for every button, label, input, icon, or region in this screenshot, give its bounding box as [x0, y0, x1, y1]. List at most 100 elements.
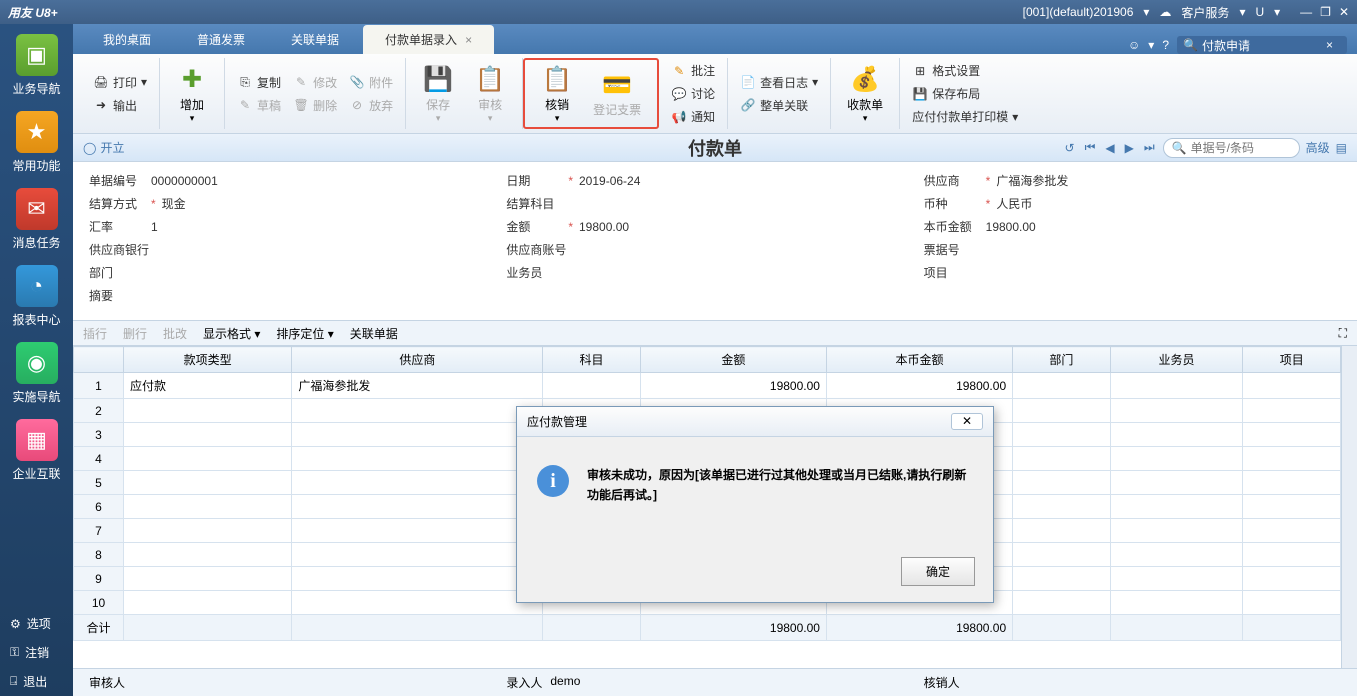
register-button[interactable]: 💳登记支票: [583, 60, 651, 128]
customer-service[interactable]: 客户服务: [1181, 4, 1229, 21]
col-header[interactable]: 款项类型: [124, 347, 292, 373]
lbl-summary: 摘要: [89, 287, 145, 304]
last-icon[interactable]: ⏭: [1142, 138, 1157, 157]
val-rate: 1: [151, 220, 158, 234]
first-icon[interactable]: ⏮: [1083, 138, 1098, 157]
help-icon[interactable]: ?: [1162, 38, 1169, 52]
output-button[interactable]: ➜输出: [87, 94, 153, 117]
viewlog-button[interactable]: 📄查看日志 ▾: [734, 71, 824, 94]
copy-button[interactable]: ⎘复制: [231, 71, 287, 94]
assoc-doc[interactable]: 关联单据: [350, 325, 398, 342]
doc-search-input[interactable]: [1191, 141, 1291, 155]
discuss-button[interactable]: 💬讨论: [665, 82, 721, 105]
add-icon: ✚: [176, 64, 208, 96]
save-button[interactable]: 💾保存▾: [412, 60, 464, 128]
col-header[interactable]: 项目: [1243, 347, 1341, 373]
verify-button[interactable]: 📋核销▾: [531, 60, 583, 128]
sidebar-item-messages[interactable]: ✉ 消息任务: [7, 188, 67, 251]
sidebar-item-common[interactable]: ★ 常用功能: [7, 111, 67, 174]
sort-locate[interactable]: 排序定位 ▾: [276, 325, 333, 342]
print-button[interactable]: 🖨打印 ▾: [87, 71, 153, 94]
receipt-button[interactable]: 💰收款单▾: [837, 60, 893, 128]
notice-button[interactable]: 📢通知: [665, 105, 721, 128]
close-icon[interactable]: ✕: [1339, 5, 1349, 19]
clear-icon[interactable]: ×: [1326, 38, 1333, 52]
next-icon[interactable]: ▶: [1123, 139, 1136, 157]
context-dropdown-icon[interactable]: ▾: [1143, 5, 1149, 19]
sidebar-item-impl[interactable]: ◉ 实施导航: [7, 342, 67, 405]
top-search[interactable]: 🔍 ×: [1177, 36, 1347, 54]
note-button[interactable]: ✎批注: [665, 59, 721, 82]
receipt-icon: 💰: [849, 64, 881, 96]
sidebar-options[interactable]: ⚙选项: [0, 609, 73, 638]
prev-icon[interactable]: ◀: [1103, 139, 1116, 157]
col-header[interactable]: 金额: [640, 347, 826, 373]
assoc-button[interactable]: 🔗整单关联: [734, 94, 824, 117]
app-name: 用友 U8+: [8, 4, 58, 21]
display-format[interactable]: 显示格式 ▾: [203, 325, 260, 342]
panel-icon[interactable]: ▤: [1336, 141, 1347, 155]
note-icon: ✎: [671, 63, 687, 79]
col-header[interactable]: 供应商: [292, 347, 543, 373]
expand-icon[interactable]: ⛶: [1339, 326, 1347, 341]
horn-icon: 📢: [671, 109, 687, 125]
col-header[interactable]: 业务员: [1110, 347, 1243, 373]
draft-button[interactable]: ✎草稿: [231, 94, 287, 117]
copy-icon: ⎘: [237, 74, 253, 90]
search-icon: 🔍: [1172, 141, 1187, 155]
lbl-date: 日期: [506, 172, 562, 189]
format-button[interactable]: ⊞格式设置: [906, 59, 1024, 82]
col-header[interactable]: 本币金额: [826, 347, 1012, 373]
delete-button[interactable]: 🗑删除: [287, 94, 343, 117]
tab-desktop[interactable]: 我的桌面: [81, 25, 173, 54]
top-search-input[interactable]: [1202, 38, 1322, 52]
cheque-icon: 💳: [601, 69, 633, 101]
verify-label: 核销人: [924, 674, 960, 691]
gear-icon: ⚙: [10, 617, 21, 631]
chat-icon: 💬: [671, 86, 687, 102]
tab-assoc[interactable]: 关联单据: [269, 25, 361, 54]
advanced-link[interactable]: 高级: [1306, 139, 1330, 156]
insert-row[interactable]: 插行: [83, 325, 107, 342]
col-header[interactable]: 部门: [1013, 347, 1110, 373]
table-row[interactable]: 1 应付款广福海参批发 19800.0019800.00: [74, 373, 1341, 399]
col-header[interactable]: 科目: [543, 347, 640, 373]
smiley-icon[interactable]: ☺: [1128, 38, 1140, 52]
scrollbar[interactable]: [1341, 346, 1357, 668]
dialog-ok-button[interactable]: 确定: [901, 557, 975, 586]
print-icon: 🖨: [93, 74, 109, 90]
tab-close-icon[interactable]: ×: [465, 33, 472, 47]
val-settle: 现金: [162, 195, 186, 212]
maximize-icon[interactable]: ❐: [1320, 5, 1331, 19]
abandon-button[interactable]: ⊘放弃: [343, 94, 399, 117]
printtmpl-button[interactable]: 应付付款单打印模 ▾: [906, 105, 1024, 128]
lbl-localamt: 本币金额: [924, 218, 980, 235]
delete-row[interactable]: 删行: [123, 325, 147, 342]
lbl-billno: 单据编号: [89, 172, 145, 189]
sidebar-logout[interactable]: ⚿注销: [0, 638, 73, 667]
letter-u[interactable]: U: [1255, 5, 1264, 19]
dialog-close-icon[interactable]: ✕: [951, 413, 983, 430]
sidebar: ▣ 业务导航 ★ 常用功能 ✉ 消息任务 ◔ 报表中心 ◉ 实施导航 ▦ 企业互…: [0, 24, 73, 696]
sidebar-item-enterprise[interactable]: ▦ 企业互联: [7, 419, 67, 482]
audit-button[interactable]: 📋审核▾: [464, 60, 516, 128]
val-billno: 0000000001: [151, 174, 218, 188]
tab-invoice[interactable]: 普通发票: [175, 25, 267, 54]
entry-label: 录入人: [506, 674, 542, 691]
add-button[interactable]: ✚ 增加▾: [166, 60, 218, 128]
val-supplier: 广福海参批发: [996, 172, 1068, 189]
doc-search[interactable]: 🔍: [1163, 138, 1300, 158]
attach-button[interactable]: 📎附件: [343, 71, 399, 94]
refresh-icon[interactable]: ↺: [1063, 139, 1077, 157]
minimize-icon[interactable]: —: [1300, 5, 1312, 19]
sidebar-item-biznav[interactable]: ▣ 业务导航: [7, 34, 67, 97]
doc-title: 付款单: [688, 135, 742, 161]
modify-button[interactable]: ✎修改: [287, 71, 343, 94]
batch-edit[interactable]: 批改: [163, 325, 187, 342]
sidebar-item-reports[interactable]: ◔ 报表中心: [7, 265, 67, 328]
format-icon: ⊞: [912, 63, 928, 79]
grid-icon: ▦: [16, 419, 58, 461]
sidebar-exit[interactable]: ⍈退出: [0, 667, 73, 696]
tab-payment-entry[interactable]: 付款单据录入×: [363, 25, 494, 54]
savelayout-button[interactable]: 💾保存布局: [906, 82, 1024, 105]
